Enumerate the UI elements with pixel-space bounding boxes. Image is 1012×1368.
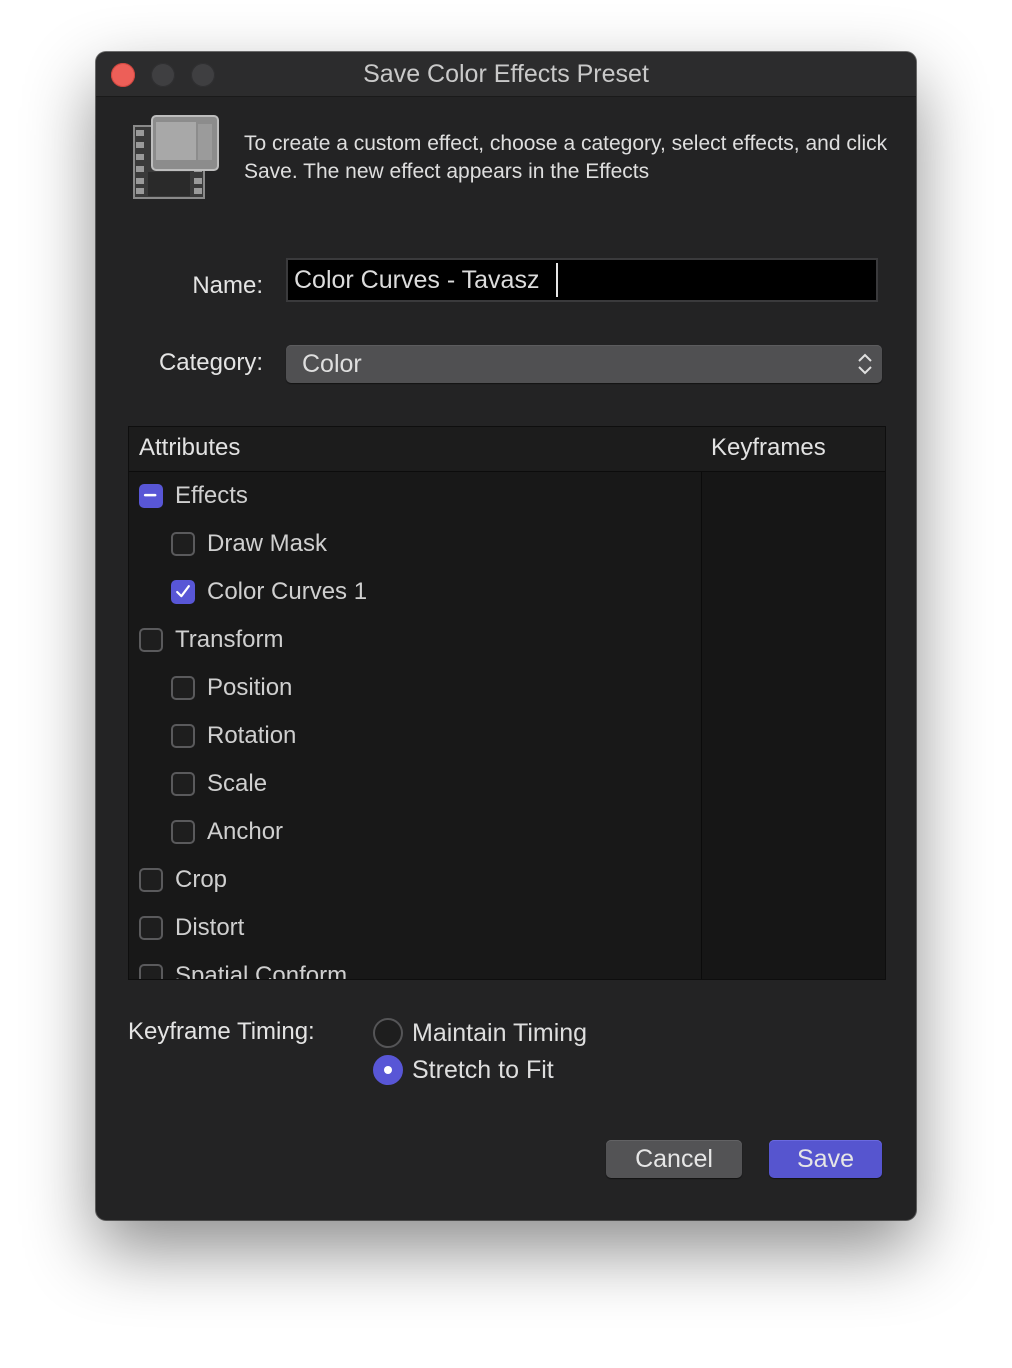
keyframes-column-header[interactable]: Keyframes xyxy=(711,427,826,469)
save-button[interactable]: Save xyxy=(769,1140,882,1178)
attribute-label: Position xyxy=(207,674,293,701)
keyframe-timing-label: Keyframe Timing: xyxy=(128,1018,315,1045)
keyframes-column xyxy=(702,472,885,979)
stretch-to-fit-label: Stretch to Fit xyxy=(412,1055,554,1084)
attribute-checkbox[interactable] xyxy=(139,484,163,508)
attribute-row[interactable]: Anchor xyxy=(171,808,283,856)
maintain-timing-label: Maintain Timing xyxy=(412,1018,588,1047)
attribute-label: Crop xyxy=(175,866,228,893)
attribute-checkbox[interactable] xyxy=(139,628,163,652)
attribute-row[interactable]: Crop xyxy=(139,856,227,904)
attribute-checkbox[interactable] xyxy=(171,820,195,844)
attribute-label: Effects xyxy=(175,482,248,509)
stretch-to-fit-radio[interactable] xyxy=(373,1055,403,1085)
column-divider xyxy=(701,427,702,979)
attribute-label: Distort xyxy=(175,914,245,941)
attribute-row[interactable]: Position xyxy=(171,664,292,712)
maintain-timing-option[interactable]: Maintain Timing xyxy=(373,1016,587,1050)
attribute-row[interactable]: Distort xyxy=(139,904,244,952)
attribute-label: Spatial Conform xyxy=(175,962,348,980)
attribute-row[interactable]: Rotation xyxy=(171,712,296,760)
attribute-checkbox[interactable] xyxy=(171,724,195,748)
attribute-checkbox[interactable] xyxy=(139,868,163,892)
attribute-label: Color Curves 1 xyxy=(207,578,368,605)
attribute-checkbox[interactable] xyxy=(171,532,195,556)
attribute-row[interactable]: Draw Mask xyxy=(171,520,327,568)
name-label: Name: xyxy=(192,272,263,299)
attribute-checkbox[interactable] xyxy=(171,676,195,700)
attribute-checkbox[interactable] xyxy=(171,580,195,604)
attribute-label: Draw Mask xyxy=(207,530,328,557)
dialog-window: Save Color Effects Preset To create a cu… xyxy=(96,52,916,1220)
window-title: Save Color Effects Preset xyxy=(363,60,649,88)
attribute-row[interactable]: Spatial Conform xyxy=(139,952,348,980)
intro-text: To create a custom effect, choose a cate… xyxy=(244,132,888,183)
category-select[interactable]: Color xyxy=(286,345,882,383)
attribute-checkbox[interactable] xyxy=(139,916,163,940)
film-preset-icon xyxy=(133,115,219,199)
updown-chevron-icon xyxy=(858,353,872,375)
category-value: Color xyxy=(302,350,362,378)
name-field[interactable] xyxy=(286,258,878,302)
text-caret xyxy=(556,263,558,297)
attribute-row[interactable]: Effects xyxy=(139,472,248,520)
minus-icon xyxy=(143,493,157,497)
table-header: Attributes Keyframes xyxy=(129,427,885,472)
attribute-checkbox[interactable] xyxy=(171,772,195,796)
maintain-timing-radio[interactable] xyxy=(373,1018,403,1048)
cancel-button[interactable]: Cancel xyxy=(606,1140,742,1178)
attribute-row[interactable]: Color Curves 1 xyxy=(171,568,367,616)
attribute-label: Scale xyxy=(207,770,268,797)
category-label: Category: xyxy=(158,349,263,376)
attributes-column-header[interactable]: Attributes xyxy=(139,427,240,469)
attribute-checkbox[interactable] xyxy=(139,964,163,979)
attribute-label: Anchor xyxy=(207,818,284,845)
attribute-row[interactable]: Scale xyxy=(171,760,267,808)
attribute-label: Rotation xyxy=(207,722,297,749)
title-bar[interactable]: Save Color Effects Preset xyxy=(96,52,916,97)
checkmark-icon xyxy=(176,585,190,598)
attribute-row[interactable]: Transform xyxy=(139,616,283,664)
stretch-to-fit-option[interactable]: Stretch to Fit xyxy=(373,1053,554,1087)
attributes-table[interactable]: Attributes Keyframes Effects Draw Mask Col… xyxy=(128,426,886,980)
attribute-label: Transform xyxy=(175,626,284,653)
